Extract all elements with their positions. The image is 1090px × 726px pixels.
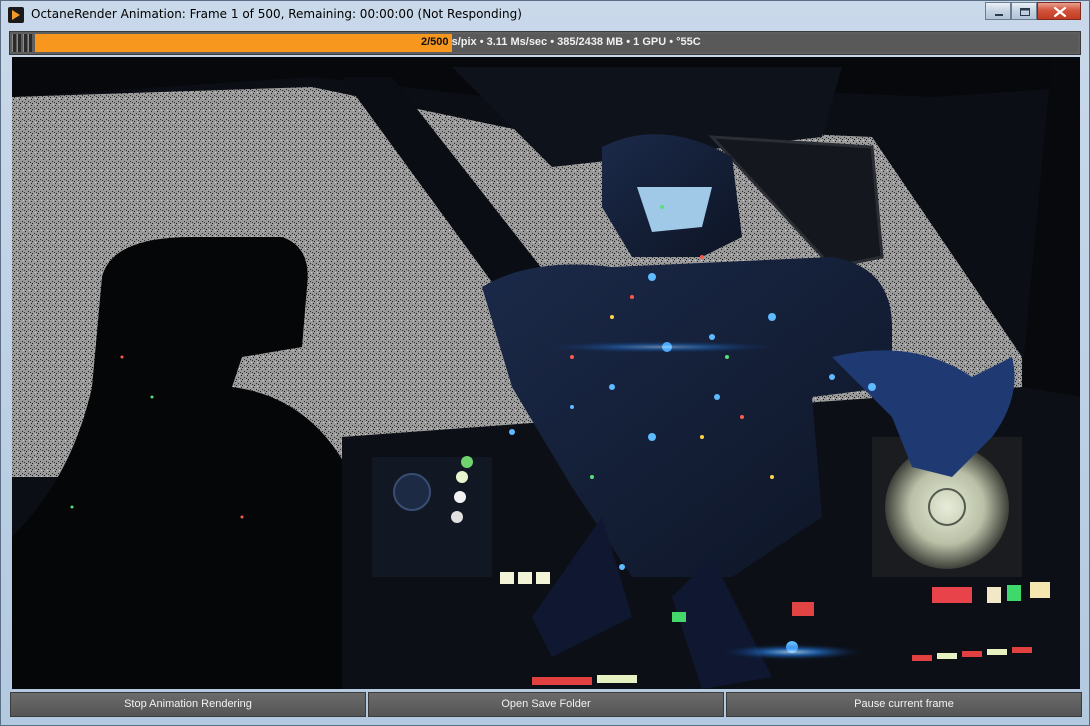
samples-count: 2/500 [421,36,449,48]
stop-animation-button[interactable]: Stop Animation Rendering [10,692,366,717]
open-save-folder-button[interactable]: Open Save Folder [368,692,724,717]
octane-icon [8,7,24,23]
maximize-icon [1020,8,1030,16]
render-image [12,57,1080,689]
render-progress-bar: 2/500 s/pix • 3.11 Ms/sec • 385/2438 MB … [9,31,1081,55]
render-stats: 2/500 s/pix • 3.11 Ms/sec • 385/2438 MB … [421,36,701,48]
render-viewport[interactable] [12,57,1080,689]
maximize-button[interactable] [1011,2,1037,20]
render-stats-text: s/pix • 3.11 Ms/sec • 385/2438 MB • 1 GP… [451,36,701,48]
title-bar[interactable]: OctaneRender Animation: Frame 1 of 500, … [1,1,1089,31]
minimize-icon [995,14,1003,16]
window-title: OctaneRender Animation: Frame 1 of 500, … [31,7,522,21]
minimize-button[interactable] [985,2,1011,20]
grip-handle-icon[interactable] [12,34,32,52]
caption-buttons [985,2,1081,20]
progress-fill [35,34,452,52]
close-button[interactable] [1037,2,1081,20]
progress-track: 2/500 s/pix • 3.11 Ms/sec • 385/2438 MB … [35,34,1078,52]
close-icon [1053,6,1067,18]
pause-frame-button[interactable]: Pause current frame [726,692,1082,717]
action-buttons: Stop Animation Rendering Open Save Folde… [10,692,1082,718]
octane-animation-window: OctaneRender Animation: Frame 1 of 500, … [0,0,1090,726]
